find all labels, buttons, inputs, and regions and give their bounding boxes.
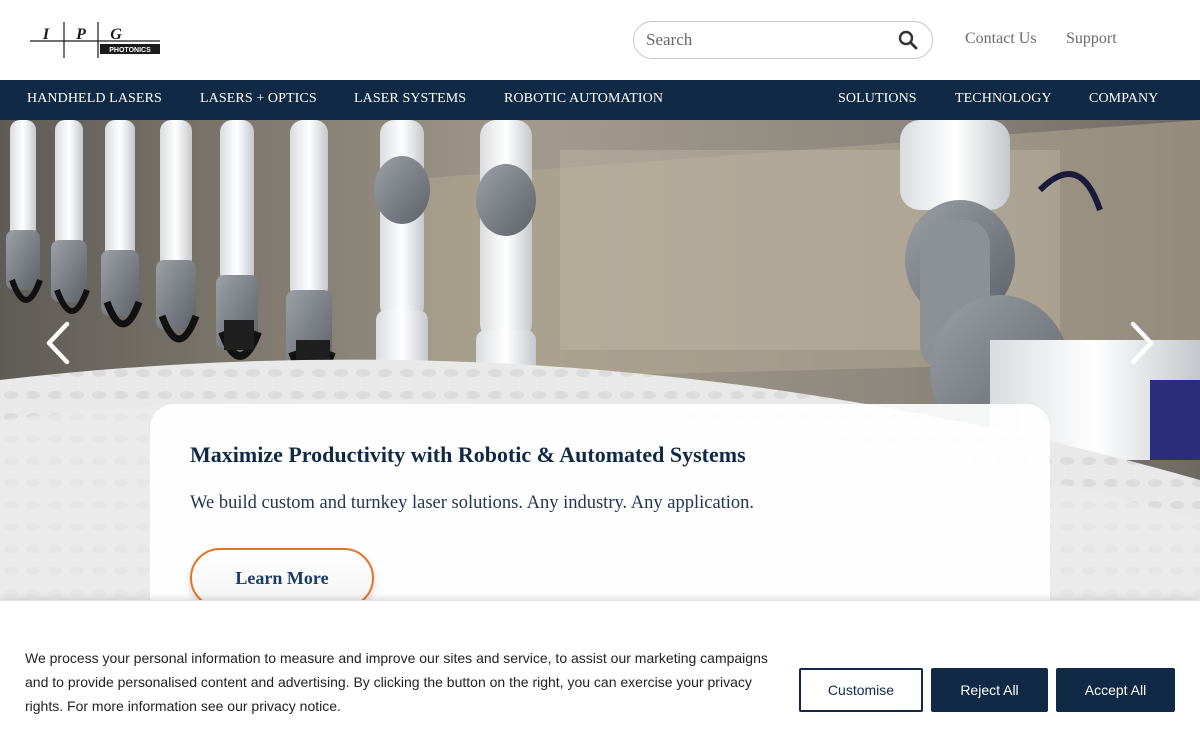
search-input[interactable] [646, 28, 886, 52]
logo-letter-i: I [42, 26, 50, 43]
search-icon[interactable] [898, 30, 918, 50]
learn-more-button[interactable]: Learn More [190, 548, 374, 608]
cookie-notice-text: We process your personal information to … [25, 650, 768, 714]
nav-lasers-optics[interactable]: LASERS + OPTICS [200, 91, 317, 107]
reject-all-button[interactable]: Reject All [931, 668, 1048, 712]
contact-us-link[interactable]: Contact Us [965, 30, 1037, 48]
nav-laser-systems[interactable]: LASER SYSTEMS [354, 91, 466, 107]
logo-subtext: PHOTONICS [109, 47, 151, 54]
ipg-photonics-logo[interactable]: I P G PHOTONICS [30, 20, 162, 60]
nav-technology[interactable]: TECHNOLOGY [955, 91, 1052, 107]
customise-button[interactable]: Customise [799, 668, 923, 712]
hero-title: Maximize Productivity with Robotic & Aut… [190, 442, 746, 467]
main-nav: HANDHELD LASERS LASERS + OPTICS LASER SY… [0, 80, 1200, 120]
logo-icon: I P G PHOTONICS [30, 22, 160, 58]
cookie-consent-banner: We process your personal information to … [0, 600, 1200, 750]
nav-handheld-lasers[interactable]: HANDHELD LASERS [27, 91, 162, 107]
search-box [633, 21, 933, 59]
accept-all-button[interactable]: Accept All [1056, 668, 1175, 712]
chevron-right-icon[interactable] [1127, 320, 1157, 366]
nav-company[interactable]: COMPANY [1089, 91, 1158, 107]
support-link[interactable]: Support [1066, 30, 1117, 48]
nav-robotic-automation[interactable]: ROBOTIC AUTOMATION [504, 91, 663, 107]
nav-solutions[interactable]: SOLUTIONS [838, 91, 917, 107]
hero-subtitle: We build custom and turnkey laser soluti… [190, 493, 755, 513]
logo-letter-g: G [110, 26, 122, 43]
top-header: I P G PHOTONICS Contact Us Support [0, 0, 1200, 80]
chevron-left-icon[interactable] [43, 320, 73, 366]
logo-letter-p: P [75, 26, 86, 43]
